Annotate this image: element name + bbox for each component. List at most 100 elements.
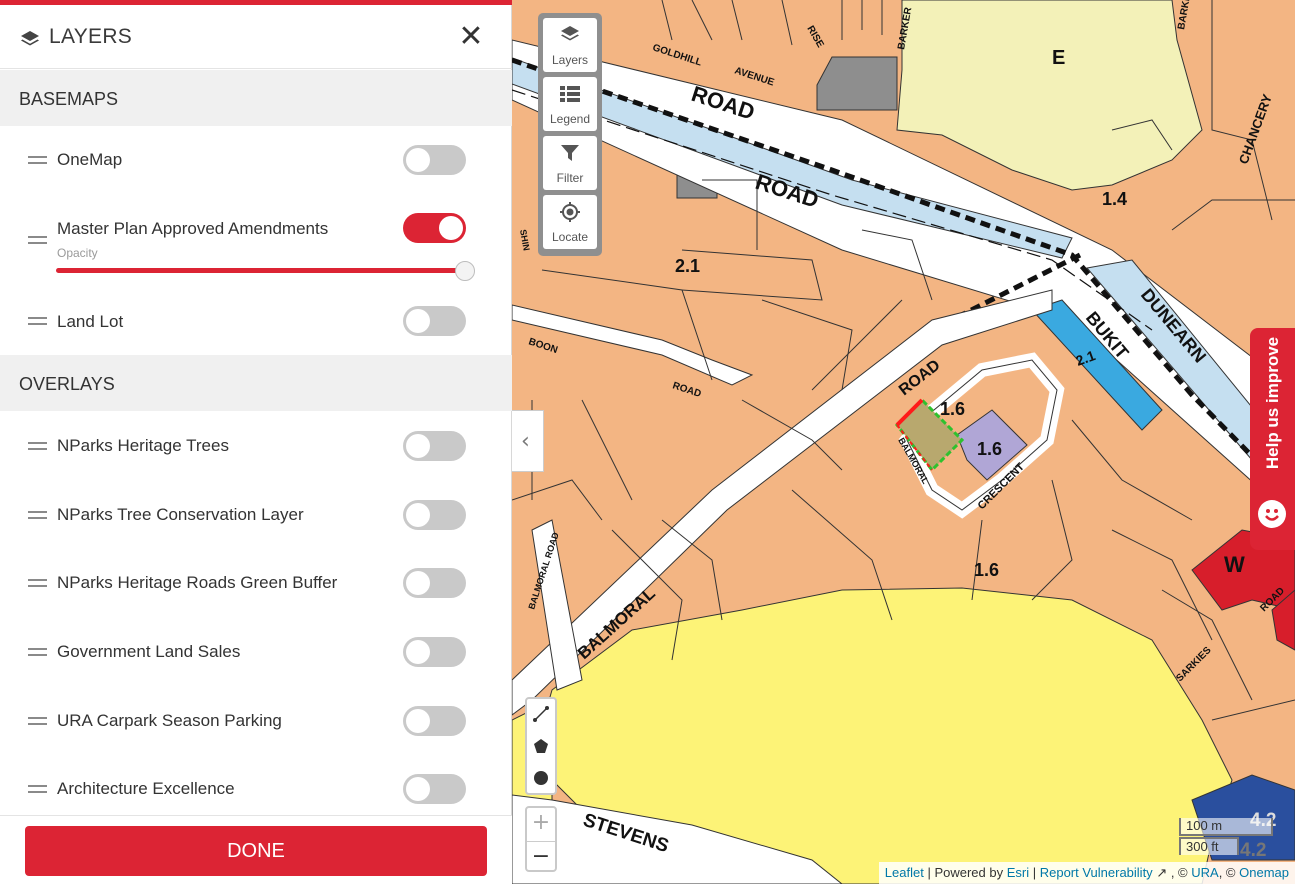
legend-tool-button[interactable]: Legend: [543, 77, 597, 131]
attribution-text: | Powered by: [923, 865, 1007, 880]
layer-toggle-heritage-trees[interactable]: [403, 431, 466, 461]
layer-row-architecture: Architecture Excellence: [0, 759, 512, 819]
plot-ratio: 1.6: [977, 439, 1002, 459]
external-link-icon: ↗: [1156, 865, 1168, 880]
scale-imperial: 300 ft: [1179, 837, 1239, 855]
opacity-slider-thumb[interactable]: [455, 261, 475, 281]
drag-handle-icon[interactable]: [28, 317, 47, 325]
ura-link[interactable]: URA: [1191, 865, 1218, 880]
panel-title: LAYERS: [49, 25, 133, 48]
filter-tool-label: Filter: [556, 171, 584, 185]
esri-link[interactable]: Esri: [1007, 865, 1029, 880]
filter-tool-button[interactable]: Filter: [543, 136, 597, 190]
layer-row-onemap: OneMap: [0, 130, 512, 190]
layer-label: NParks Heritage Roads Green Buffer: [57, 573, 338, 592]
layer-label: Land Lot: [57, 312, 124, 331]
layer-row-tree-conservation: NParks Tree Conservation Layer: [0, 485, 512, 545]
zoom-controls: + −: [525, 806, 557, 872]
layer-row-carpark: URA Carpark Season Parking: [0, 691, 512, 751]
feedback-tab[interactable]: Help us improve: [1250, 328, 1295, 550]
layer-row-land-lot: Land Lot: [0, 291, 512, 351]
locate-tool-label: Locate: [551, 230, 589, 244]
layer-toggle-heritage-roads[interactable]: [403, 568, 466, 598]
zoom-in-button[interactable]: +: [527, 808, 555, 839]
circle-draw-icon: [534, 771, 548, 785]
feedback-label: Help us improve: [1263, 336, 1282, 470]
layer-label: Master Plan Approved Amendments: [57, 219, 329, 238]
layers-tool-label: Layers: [551, 53, 589, 67]
layer-toggle-onemap[interactable]: [403, 145, 466, 175]
grey-block: [816, 56, 898, 111]
plot-ratio: 2.1: [675, 256, 700, 276]
plot-ratio: 1.6: [940, 399, 965, 419]
zoom-out-button[interactable]: −: [527, 841, 555, 872]
drag-handle-icon[interactable]: [28, 579, 47, 587]
layer-toggle-land-lot[interactable]: [403, 306, 466, 336]
drag-handle-icon[interactable]: [28, 442, 47, 450]
scale-metric: 100 m: [1179, 818, 1273, 836]
drag-handle-icon[interactable]: [28, 785, 47, 793]
plot-ratio: 1.4: [1102, 189, 1127, 209]
layer-toggle-gls[interactable]: [403, 637, 466, 667]
attribution-text: |: [1029, 865, 1040, 880]
layer-toggle-carpark[interactable]: [403, 706, 466, 736]
layers-icon: [561, 26, 579, 41]
plot-ratio: 1.6: [974, 560, 999, 580]
layer-label: OneMap: [57, 150, 123, 169]
done-button[interactable]: DONE: [25, 826, 487, 876]
layer-row-heritage-trees: NParks Heritage Trees: [0, 416, 512, 476]
layer-toggle-tree-conservation[interactable]: [403, 500, 466, 530]
opacity-label: Opacity: [57, 246, 98, 260]
legend-tool-label: Legend: [549, 112, 591, 126]
section-overlays-label: OVERLAYS: [19, 374, 115, 394]
layer-label: Government Land Sales: [57, 642, 241, 661]
layer-toggle-architecture[interactable]: [403, 774, 466, 804]
layer-row-heritage-roads: NParks Heritage Roads Green Buffer: [0, 553, 512, 613]
circle-draw-button[interactable]: [527, 763, 555, 794]
zone-label: E: [1052, 47, 1065, 69]
layer-label: NParks Tree Conservation Layer: [57, 505, 304, 524]
onemap-link[interactable]: Onemap: [1239, 865, 1289, 880]
layer-row-gls: Government Land Sales: [0, 622, 512, 682]
attribution-text: , ©: [1167, 865, 1192, 880]
zone-label: W: [1224, 552, 1245, 577]
drag-handle-icon[interactable]: [28, 648, 47, 656]
section-basemaps-label: BASEMAPS: [19, 89, 119, 109]
opacity-slider-track[interactable]: [56, 268, 464, 273]
layers-panel: LAYERS ✕ BASEMAPS OneMap Master Plan App…: [0, 0, 512, 884]
layer-label: NParks Heritage Trees: [57, 436, 229, 455]
line-draw-button[interactable]: [527, 699, 555, 730]
locate-icon: [560, 202, 580, 222]
attribution: Leaflet | Powered by Esri | Report Vulne…: [878, 862, 1295, 884]
layer-label: Architecture Excellence: [57, 779, 235, 798]
collapse-panel-button[interactable]: ‹: [512, 410, 544, 472]
line-draw-icon: [533, 706, 549, 722]
filter-icon: [561, 145, 579, 161]
draw-tools: [525, 697, 557, 795]
drag-handle-icon[interactable]: [28, 156, 47, 164]
panel-header: LAYERS ✕: [0, 5, 512, 69]
close-icon[interactable]: ✕: [458, 22, 484, 52]
smiley-icon: [1258, 500, 1286, 528]
map-canvas[interactable]: ROAD ROAD GOLDHILL AVENUE RISE BARKER BA…: [512, 0, 1295, 884]
scale-bar: 100 m 300 ft: [1179, 818, 1273, 855]
map-tool-stack: Layers Legend Filter Locate: [538, 13, 602, 256]
drag-handle-icon[interactable]: [28, 717, 47, 725]
map-view[interactable]: ROAD ROAD GOLDHILL AVENUE RISE BARKER BA…: [512, 0, 1295, 884]
chevron-left-icon: ‹: [521, 429, 530, 454]
drag-handle-icon[interactable]: [28, 236, 47, 244]
leaflet-link[interactable]: Leaflet: [885, 865, 924, 880]
section-overlays: OVERLAYS: [0, 355, 512, 411]
polygon-draw-button[interactable]: [527, 731, 555, 762]
attribution-text: , ©: [1218, 865, 1240, 880]
layer-toggle-master-plan[interactable]: [403, 213, 466, 243]
drag-handle-icon[interactable]: [28, 511, 47, 519]
layer-row-master-plan: Master Plan Approved Amendments: [0, 198, 512, 288]
legend-icon: [560, 86, 580, 102]
locate-tool-button[interactable]: Locate: [543, 195, 597, 249]
layers-tool-button[interactable]: Layers: [543, 18, 597, 72]
panel-footer: DONE: [0, 815, 512, 884]
report-vulnerability-link[interactable]: Report Vulnerability: [1040, 865, 1153, 880]
layers-icon: [21, 31, 39, 46]
section-basemaps: BASEMAPS: [0, 70, 512, 126]
